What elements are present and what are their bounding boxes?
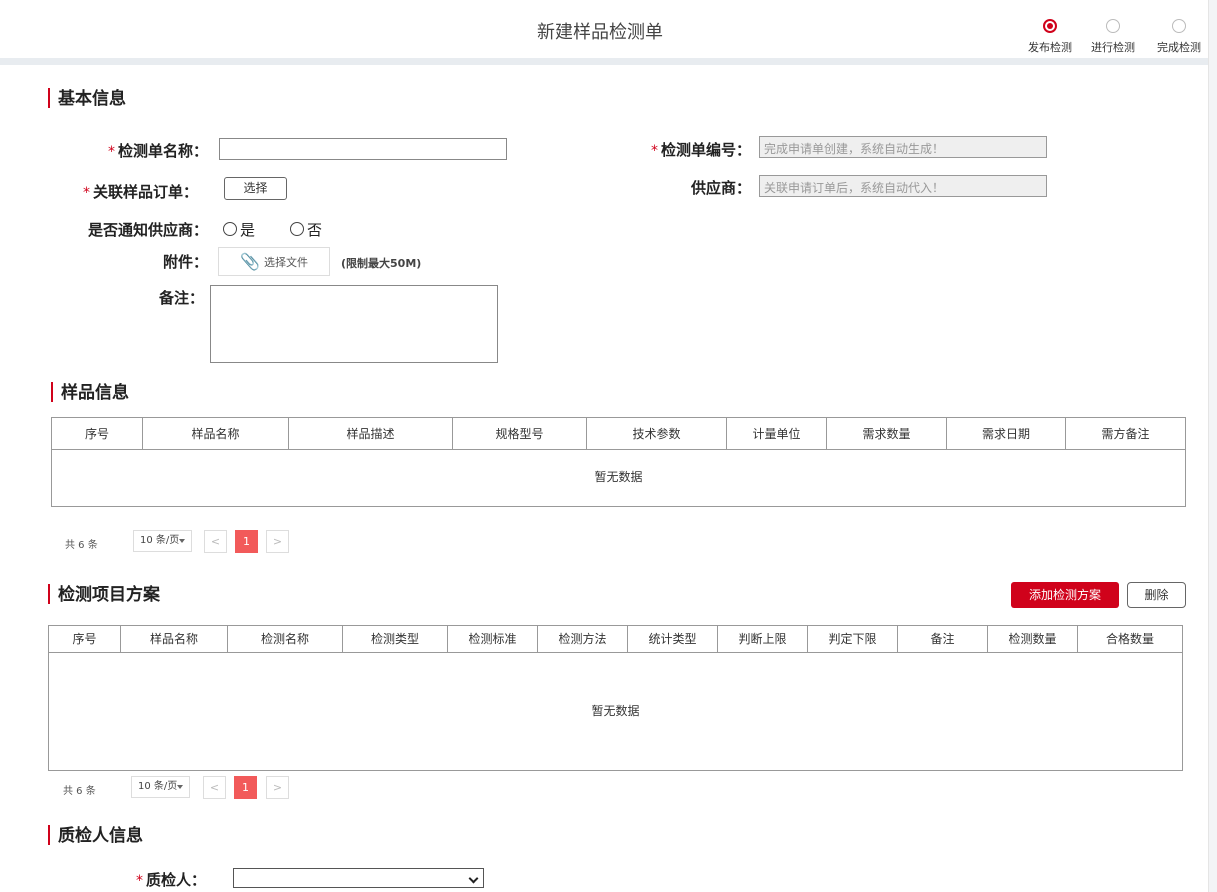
code-label: * 检测单编号：: [600, 139, 751, 160]
supplier-input: 关联申请订单后，系统自动代入！: [759, 175, 1047, 197]
column-header: 需求日期: [947, 418, 1066, 449]
radio-label: 是: [240, 221, 256, 239]
header-divider: [0, 58, 1208, 65]
table-header: 序号 样品名称 检测名称 检测类型 检测标准 检测方法 统计类型 判断上限 判定…: [49, 626, 1182, 653]
page-title: 新建样品检测单: [537, 22, 663, 43]
paperclip-icon: 📎: [240, 252, 260, 271]
column-header: 样品描述: [289, 418, 453, 449]
step-label: 完成检测: [1157, 41, 1201, 54]
remark-label: 备注：: [158, 289, 204, 307]
progress-steps: 发布检测 进行检测 完成检测: [1022, 18, 1212, 58]
section-basic-info: 基本信息: [48, 88, 126, 110]
column-header: 检测名称: [228, 626, 343, 652]
column-header: 计量单位: [727, 418, 827, 449]
delete-button[interactable]: 删除: [1127, 582, 1186, 608]
column-header: 技术参数: [587, 418, 727, 449]
inspector-select[interactable]: [233, 868, 484, 888]
code-label-text: 检测单编号：: [660, 141, 751, 159]
step-inactive-icon: [1172, 19, 1186, 33]
step-active-icon: [1043, 19, 1057, 33]
step-label: 发布检测: [1028, 41, 1072, 54]
column-header: 样品名称: [143, 418, 289, 449]
test-order-name-input[interactable]: [219, 138, 507, 160]
choose-file-label: 选择文件: [263, 256, 308, 269]
total-count: 共 6 条: [65, 540, 98, 551]
table-header: 序号 样品名称 样品描述 规格型号 技术参数 计量单位 需求数量 需求日期 需方…: [52, 418, 1185, 450]
step-label: 进行检测: [1091, 41, 1135, 54]
prev-page-button[interactable]: <: [204, 530, 227, 553]
column-header: 需求数量: [827, 418, 947, 449]
column-header: 合格数量: [1105, 632, 1154, 646]
column-header: 序号: [52, 418, 143, 449]
test-plan-pagination: 共 6 条 10 条/页 < 1 >: [63, 776, 293, 800]
test-plan-table: 序号 样品名称 检测名称 检测类型 检测标准 检测方法 统计类型 判断上限 判定…: [48, 625, 1183, 771]
name-label: * 检测单名称：: [60, 140, 208, 161]
column-header: 检测方法: [538, 626, 628, 652]
empty-state: 暂无数据: [594, 470, 643, 484]
supplier-label: 供应商：: [690, 179, 751, 197]
radio-circle-icon: [290, 222, 304, 236]
column-header: 序号: [49, 626, 121, 652]
column-header: 样品名称: [121, 626, 228, 652]
page-number-button[interactable]: 1: [234, 776, 257, 799]
page-size-select[interactable]: 10 条/页: [133, 530, 192, 552]
column-header: 统计类型: [628, 626, 718, 652]
scrollbar-track[interactable]: [1208, 0, 1217, 892]
name-label-text: 检测单名称：: [117, 142, 208, 160]
remark-textarea[interactable]: [210, 285, 498, 363]
step-in-progress: 进行检测: [1085, 18, 1141, 55]
step-inactive-icon: [1106, 19, 1120, 33]
radio-label: 否: [307, 221, 323, 239]
select-order-button[interactable]: 选择: [224, 177, 287, 200]
step-publish: 发布检测: [1022, 18, 1078, 55]
next-page-button[interactable]: >: [266, 776, 289, 799]
notify-no-radio[interactable]: 否: [290, 219, 322, 240]
prev-page-button[interactable]: <: [203, 776, 226, 799]
page-number-button[interactable]: 1: [235, 530, 258, 553]
column-header: 判定下限: [808, 626, 898, 652]
required-mark: *: [650, 143, 658, 159]
attachment-size-hint: (限制最大50M): [341, 257, 422, 270]
notify-yes-radio[interactable]: 是: [223, 219, 255, 240]
sample-order-label-text: 关联样品订单：: [92, 183, 198, 201]
required-mark: *: [107, 144, 115, 160]
attachment-label: 附件：: [162, 253, 208, 271]
column-header: 检测标准: [448, 626, 538, 652]
column-header: 规格型号: [453, 418, 587, 449]
notify-supplier-label: 是否通知供应商：: [87, 221, 208, 239]
column-header: 检测类型: [343, 626, 448, 652]
column-header: 备注: [898, 626, 988, 652]
inspector-label-text: 质检人：: [145, 871, 206, 889]
inspector-label: * 质检人：: [100, 869, 206, 890]
sample-table: 序号 样品名称 样品描述 规格型号 技术参数 计量单位 需求数量 需求日期 需方…: [51, 417, 1186, 507]
next-page-button[interactable]: >: [266, 530, 289, 553]
sample-pagination: 共 6 条 10 条/页 < 1 >: [65, 530, 295, 554]
column-header: 检测数量: [988, 626, 1078, 652]
required-mark: *: [82, 185, 90, 201]
choose-file-button[interactable]: 📎 选择文件: [218, 247, 330, 276]
section-sample-info: 样品信息: [51, 382, 129, 404]
test-order-code-input: 完成申请单创建，系统自动生成！: [759, 136, 1047, 158]
add-test-plan-button[interactable]: 添加检测方案: [1011, 582, 1119, 608]
page-size-select[interactable]: 10 条/页: [131, 776, 190, 798]
empty-state: 暂无数据: [591, 704, 640, 718]
column-header: 需方备注: [1101, 427, 1150, 441]
column-header: 判断上限: [718, 626, 808, 652]
required-mark: *: [135, 873, 143, 889]
sample-order-label: * 关联样品订单：: [40, 181, 198, 202]
section-inspector-info: 质检人信息: [48, 825, 143, 847]
section-test-plan: 检测项目方案: [48, 584, 160, 606]
step-complete: 完成检测: [1151, 18, 1207, 55]
radio-circle-icon: [223, 222, 237, 236]
total-count: 共 6 条: [63, 786, 96, 797]
